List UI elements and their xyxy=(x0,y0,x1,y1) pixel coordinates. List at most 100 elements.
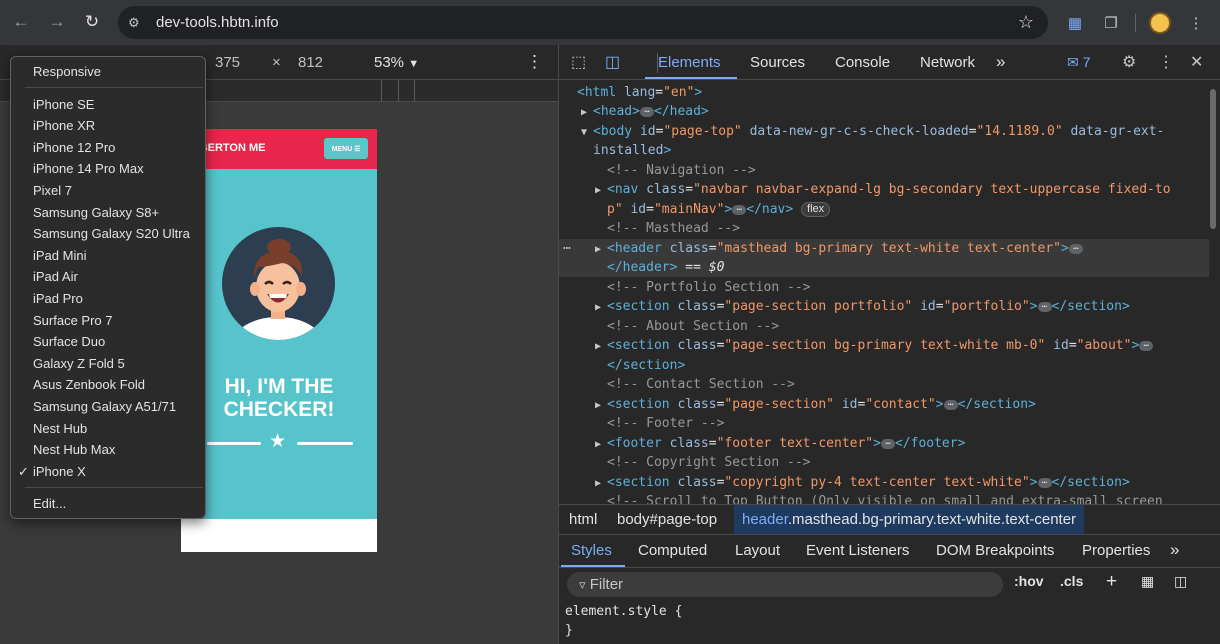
dom-node[interactable]: <html lang="en"> xyxy=(559,83,1209,102)
device-height[interactable]: 812 xyxy=(298,54,323,71)
dom-node-selected-continuation[interactable]: </header> == $0 xyxy=(559,258,1209,278)
more-tabs-icon[interactable]: » xyxy=(1170,540,1179,560)
dom-comment[interactable]: <!-- Masthead --> xyxy=(559,219,1209,238)
menu-item-device[interactable]: Samsung Galaxy S8+ xyxy=(11,202,205,223)
dom-comment[interactable]: <!-- Copyright Section --> xyxy=(559,453,1209,472)
dom-node[interactable]: ▶ <section class="page-section bg-primary… xyxy=(559,336,1209,355)
dom-comment[interactable]: <!-- About Section --> xyxy=(559,317,1209,336)
menu-item-device[interactable]: Surface Pro 7 xyxy=(11,310,205,331)
tab-sources[interactable]: Sources xyxy=(750,54,805,71)
dom-comment[interactable]: <!-- Portfolio Section --> xyxy=(559,278,1209,297)
menu-item-device[interactable]: iPhone 12 Pro xyxy=(11,137,205,158)
forward-arrow-icon[interactable]: → xyxy=(40,5,74,39)
dom-node-continuation[interactable]: </section> xyxy=(559,356,1209,375)
menu-item-device[interactable]: Surface Duo xyxy=(11,331,205,352)
issues-counter[interactable]: ✉ 7 xyxy=(1067,54,1090,71)
menu-item-device[interactable]: Samsung Galaxy S20 Ultra xyxy=(11,223,205,244)
settings-gear-icon[interactable]: ⚙ xyxy=(1122,52,1136,72)
browser-menu-icon[interactable]: ⋮ xyxy=(1178,5,1214,41)
menu-item-device[interactable]: iPhone 14 Pro Max xyxy=(11,158,205,179)
bookmark-star-icon[interactable]: ☆ xyxy=(1018,12,1034,33)
dom-node-continuation[interactable]: p" id="mainNav">… </nav> flex xyxy=(559,200,1209,219)
class-toggle[interactable]: .cls xyxy=(1060,573,1083,589)
styles-filter-input[interactable]: ▿ Filter xyxy=(567,572,1003,597)
hover-state-toggle[interactable]: :hov xyxy=(1014,573,1044,589)
toggle-sidebar-icon[interactable]: ◫ xyxy=(1174,573,1187,590)
dom-node-continuation[interactable]: installed> xyxy=(559,141,1209,160)
dom-comment[interactable]: <!-- Scroll to Top Button (Only visible … xyxy=(559,492,1209,504)
add-style-rule-icon[interactable]: + xyxy=(1106,571,1117,593)
reload-icon[interactable]: ↻ xyxy=(75,5,109,39)
filter-placeholder: Filter xyxy=(589,576,624,593)
extensions-puzzle-icon[interactable]: ❐ xyxy=(1093,5,1129,41)
dom-comment[interactable]: <!-- Footer --> xyxy=(559,414,1209,433)
extension-app-icon[interactable]: ▦ xyxy=(1057,5,1093,41)
menu-item-device[interactable]: Samsung Galaxy A51/71 xyxy=(11,396,205,417)
ellipsis-icon: … xyxy=(1068,242,1083,254)
more-actions-icon: ⋯ xyxy=(563,241,571,256)
ruler-tick[interactable] xyxy=(414,80,415,102)
menu-item-device[interactable]: Nest Hub xyxy=(11,418,205,439)
url-text[interactable]: dev-tools.hbtn.info xyxy=(156,14,279,31)
devtools-tabbar: ⬚ ◫ Elements Sources Console Network » ✉… xyxy=(559,45,1220,80)
dimension-times-icon[interactable]: × xyxy=(272,54,281,71)
profile-avatar[interactable] xyxy=(1142,5,1178,41)
ruler-tick[interactable] xyxy=(398,80,399,102)
dom-comment[interactable]: <!-- Contact Section --> xyxy=(559,375,1209,394)
menu-item-device[interactable]: Nest Hub Max xyxy=(11,439,205,460)
ruler-tick[interactable] xyxy=(381,80,382,102)
inspect-element-icon[interactable]: ⬚ xyxy=(571,52,586,72)
device-more-options-icon[interactable]: ⋮ xyxy=(526,52,543,72)
tab-elements[interactable]: Elements xyxy=(658,54,721,71)
page-menu-button[interactable]: MENU ☰ xyxy=(324,138,368,159)
dom-node[interactable]: ▶ <section class="copyright py-4 text-cen… xyxy=(559,473,1209,492)
devtools-menu-icon[interactable]: ⋮ xyxy=(1158,52,1174,72)
tab-dom-breakpoints[interactable]: DOM Breakpoints xyxy=(936,542,1054,559)
menu-item-device[interactable]: iPhone SE xyxy=(11,94,205,115)
site-info-icon[interactable]: ⚙ xyxy=(128,15,144,31)
device-toolbar-toggle-icon[interactable]: ◫ xyxy=(605,52,620,72)
element-style-selector: element.style { xyxy=(565,604,683,619)
dom-node-selected[interactable]: ⋯ ▶ <header class="masthead bg-primary tex… xyxy=(559,239,1209,259)
dom-node[interactable]: ▶ <section class="page-section" id="conta… xyxy=(559,395,1209,414)
menu-item-device[interactable]: Pixel 7 xyxy=(11,180,205,201)
dom-tree-scrollbar[interactable] xyxy=(1210,89,1216,229)
dom-tree[interactable]: <html lang="en"> ▶ <head>… </head> ▼ <body … xyxy=(559,81,1209,504)
dom-node[interactable]: ▶ <footer class="footer text-center">… </f… xyxy=(559,434,1209,453)
address-bar[interactable]: ⚙ dev-tools.hbtn.info ☆ xyxy=(118,6,1048,39)
menu-item-device[interactable]: iPad Pro xyxy=(11,288,205,309)
dom-node[interactable]: ▶ <section class="page-section portfolio"… xyxy=(559,297,1209,316)
menu-item-responsive[interactable]: Responsive xyxy=(11,61,205,82)
device-width[interactable]: 375 xyxy=(215,54,240,71)
dom-node[interactable]: ▶ <head>… </head> xyxy=(559,102,1209,121)
element-style-rule[interactable]: element.style { } xyxy=(565,602,682,640)
menu-item-device[interactable]: iPhone XR xyxy=(11,115,205,136)
expand-arrow-icon: ▶ xyxy=(595,478,602,489)
tab-properties[interactable]: Properties xyxy=(1082,542,1150,559)
paint-brush-icon[interactable]: ▦ xyxy=(1141,573,1154,590)
menu-item-device[interactable]: Asus Zenbook Fold xyxy=(11,374,205,395)
dom-comment[interactable]: <!-- Navigation --> xyxy=(559,161,1209,180)
tab-network[interactable]: Network xyxy=(920,54,975,71)
emulated-page[interactable]: ALBERTON ME MENU ☰ HI, I'M THE CHECKER! … xyxy=(181,129,377,552)
dom-node[interactable]: ▼ <body id="page-top" data-new-gr-c-s-che… xyxy=(559,122,1209,141)
close-icon[interactable]: ✕ xyxy=(1190,52,1203,72)
tab-styles[interactable]: Styles xyxy=(571,542,612,559)
tab-computed[interactable]: Computed xyxy=(638,542,707,559)
tab-console[interactable]: Console xyxy=(835,54,890,71)
tab-layout[interactable]: Layout xyxy=(735,542,780,559)
tab-event-listeners[interactable]: Event Listeners xyxy=(806,542,909,559)
menu-item-device[interactable]: iPad Air xyxy=(11,266,205,287)
menu-item-device-selected[interactable]: ✓ iPhone X xyxy=(11,461,205,482)
breadcrumb-body[interactable]: body#page-top xyxy=(617,511,717,528)
breadcrumb-html[interactable]: html xyxy=(569,511,597,528)
menu-item-device[interactable]: Galaxy Z Fold 5 xyxy=(11,353,205,374)
breadcrumb-header[interactable]: header.masthead.bg-primary.text-white.te… xyxy=(734,505,1085,534)
menu-item-device[interactable]: iPad Mini xyxy=(11,245,205,266)
more-tabs-icon[interactable]: » xyxy=(996,52,1005,72)
menu-item-edit[interactable]: Edit... xyxy=(11,493,205,514)
back-arrow-icon[interactable]: ← xyxy=(4,5,38,39)
flex-badge[interactable]: flex xyxy=(801,202,831,217)
zoom-select[interactable]: 53% ▼ xyxy=(374,54,419,71)
dom-node[interactable]: ▶ <nav class="navbar navbar-expand-lg bg-… xyxy=(559,180,1209,199)
